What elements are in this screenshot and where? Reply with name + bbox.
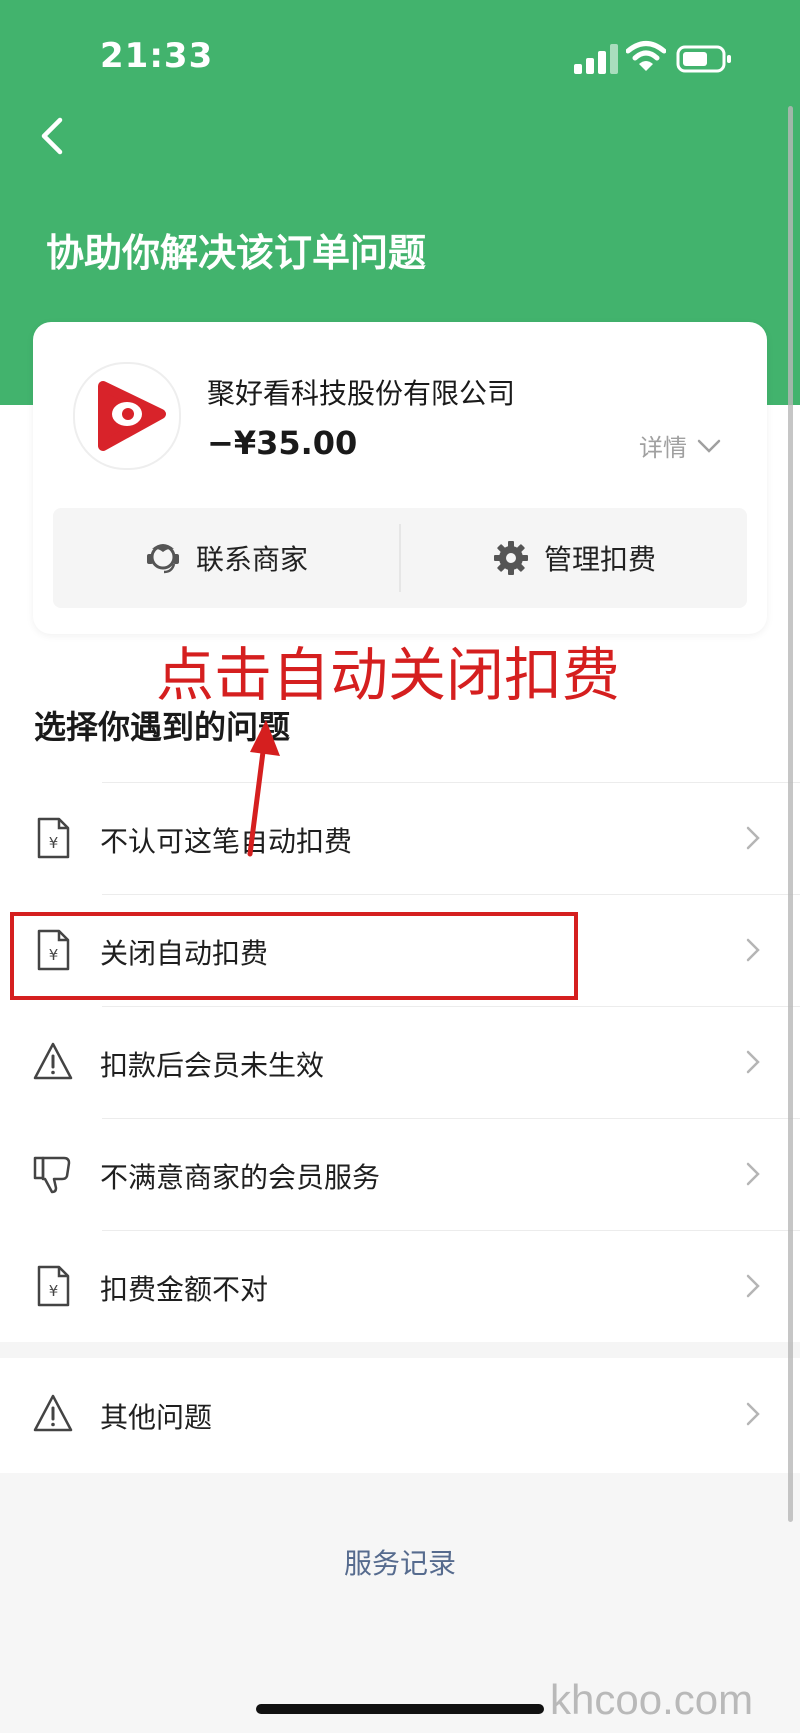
issue-item-not-approve[interactable]: ¥ 不认可这笔自动扣费: [0, 782, 800, 894]
service-record-link[interactable]: 服务记录: [0, 1542, 800, 1582]
chevron-right-icon: [746, 826, 760, 850]
contact-merchant-label: 联系商家: [195, 543, 308, 576]
issue-label: 其他问题: [100, 1401, 213, 1434]
contact-merchant-button[interactable]: 联系商家: [53, 508, 399, 608]
svg-text:¥: ¥: [49, 834, 59, 852]
row-divider: [102, 1006, 800, 1007]
row-divider: [102, 1230, 800, 1231]
watermark: khcoo.com: [550, 1676, 754, 1723]
wifi-icon: [626, 41, 666, 71]
row-divider: [102, 1118, 800, 1119]
status-time: 21:33: [100, 36, 214, 76]
yuan-document-icon: ¥: [37, 817, 70, 859]
merchant-action-bar: 联系商家 管理扣费: [53, 508, 747, 608]
thumbs-down-icon: [33, 1156, 71, 1194]
yuan-document-icon: ¥: [37, 1265, 70, 1307]
gear-icon: [493, 541, 528, 575]
issue-item-other[interactable]: 其他问题: [0, 1358, 800, 1470]
chevron-down-icon: [697, 439, 721, 453]
cellular-signal-icon: [574, 44, 618, 74]
issue-item-unsatisfied-service[interactable]: 不满意商家的会员服务: [0, 1118, 800, 1230]
page-title: 协助你解决该订单问题: [46, 231, 427, 275]
annotation-text: 点击自动关闭扣费: [156, 641, 621, 709]
battery-icon: [676, 45, 731, 73]
svg-text:¥: ¥: [49, 1282, 59, 1300]
merchant-amount: −¥35.00: [207, 424, 358, 462]
merchant-name: 聚好看科技股份有限公司: [207, 377, 516, 410]
issue-item-membership-not-active[interactable]: 扣款后会员未生效: [0, 1006, 800, 1118]
warning-icon: [33, 1394, 73, 1432]
issue-label: 扣费金额不对: [100, 1273, 269, 1306]
merchant-card: 聚好看科技股份有限公司 −¥35.00 详情 联系商家 管理扣费: [33, 322, 767, 634]
issue-label: 不满意商家的会员服务: [100, 1161, 381, 1194]
issue-item-wrong-amount[interactable]: ¥ 扣费金额不对: [0, 1230, 800, 1342]
back-arrow-icon[interactable]: [30, 112, 80, 162]
customer-service-icon: [146, 544, 179, 574]
issue-label: 不认可这笔自动扣费: [100, 825, 353, 858]
row-divider: [102, 782, 800, 783]
merchant-logo: [73, 362, 181, 470]
play-logo-icon: [98, 381, 166, 451]
annotation-highlight-box: [10, 912, 578, 1000]
manage-deduction-label: 管理扣费: [543, 543, 656, 576]
issue-label: 扣款后会员未生效: [100, 1049, 325, 1082]
chevron-right-icon: [746, 1162, 760, 1186]
section-separator: [0, 1342, 800, 1358]
detail-toggle[interactable]: 详情: [639, 428, 721, 463]
home-indicator[interactable]: [256, 1704, 544, 1714]
detail-label: 详情: [639, 434, 687, 462]
chevron-right-icon: [746, 1402, 760, 1426]
scrollbar[interactable]: [788, 106, 793, 1522]
chevron-right-icon: [746, 1050, 760, 1074]
chevron-right-icon: [746, 1274, 760, 1298]
status-bar: 21:33: [0, 0, 800, 110]
row-divider: [102, 894, 800, 895]
manage-deduction-button[interactable]: 管理扣费: [401, 508, 747, 608]
annotation-arrow-icon: [247, 720, 280, 857]
warning-icon: [33, 1042, 73, 1080]
chevron-right-icon: [746, 938, 760, 962]
